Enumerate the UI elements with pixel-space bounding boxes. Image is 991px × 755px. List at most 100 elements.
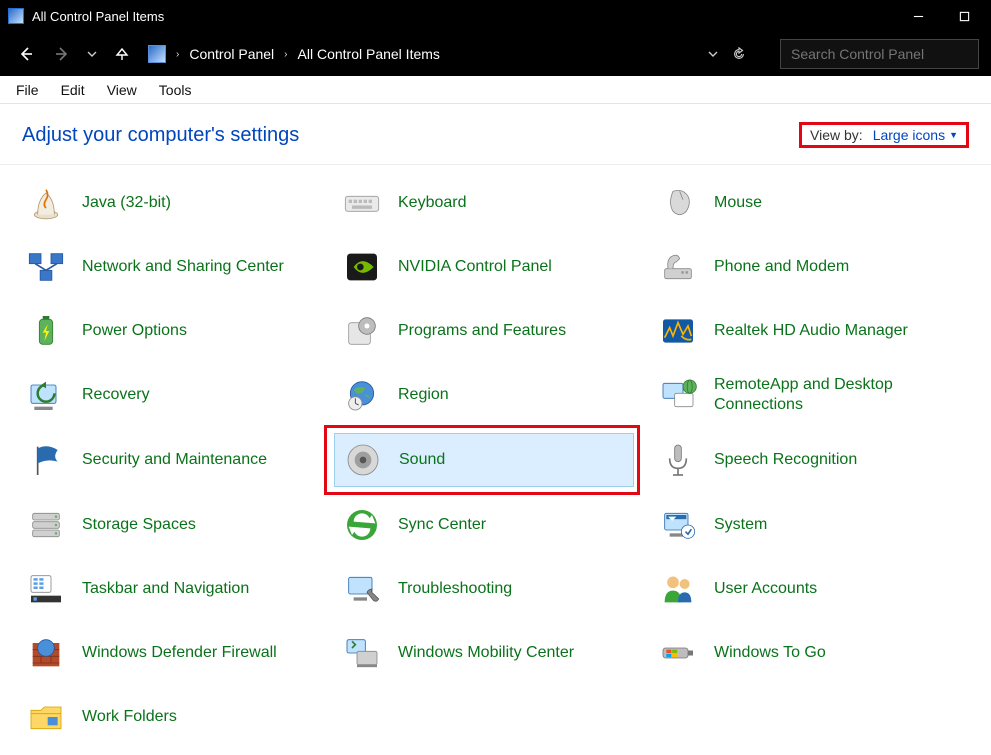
- search-box[interactable]: [780, 39, 979, 69]
- battery-icon: [24, 309, 68, 353]
- page-title: Adjust your computer's settings: [22, 124, 299, 147]
- item-work-folders[interactable]: Work Folders: [10, 685, 326, 749]
- item-storage-spaces[interactable]: Storage Spaces: [10, 493, 326, 557]
- sync-icon: [340, 503, 384, 547]
- item-keyboard[interactable]: Keyboard: [326, 171, 642, 235]
- microphone-icon: [656, 438, 700, 482]
- item-troubleshooting[interactable]: Troubleshooting: [326, 557, 642, 621]
- taskbar-icon: [24, 567, 68, 611]
- item-label: Storage Spaces: [82, 515, 196, 535]
- item-nvidia[interactable]: NVIDIA Control Panel: [326, 235, 642, 299]
- item-security-maintenance[interactable]: Security and Maintenance: [10, 427, 326, 493]
- items-grid: Java (32-bit) Keyboard Mouse Network and…: [0, 165, 991, 755]
- keyboard-icon: [340, 181, 384, 225]
- item-label: User Accounts: [714, 579, 817, 599]
- item-label: Realtek HD Audio Manager: [714, 321, 908, 341]
- menu-tools[interactable]: Tools: [149, 79, 202, 101]
- firewall-icon: [24, 631, 68, 675]
- refresh-button[interactable]: [728, 43, 750, 65]
- users-icon: [656, 567, 700, 611]
- breadcrumb-root[interactable]: Control Panel: [189, 46, 274, 62]
- chevron-right-icon[interactable]: ›: [284, 49, 287, 60]
- item-network-sharing[interactable]: Network and Sharing Center: [10, 235, 326, 299]
- item-windows-to-go[interactable]: Windows To Go: [642, 621, 958, 685]
- item-phone-modem[interactable]: Phone and Modem: [642, 235, 958, 299]
- item-label: Phone and Modem: [714, 257, 849, 277]
- programs-icon: [340, 309, 384, 353]
- item-label: Mouse: [714, 193, 762, 213]
- work-folders-icon: [24, 695, 68, 739]
- window-titlebar: All Control Panel Items: [0, 0, 991, 32]
- control-panel-app-icon: [8, 8, 24, 24]
- item-speech-recognition[interactable]: Speech Recognition: [642, 427, 958, 493]
- view-by-value[interactable]: Large icons ▼: [873, 127, 958, 143]
- breadcrumb-current[interactable]: All Control Panel Items: [298, 46, 440, 62]
- item-label: Security and Maintenance: [82, 450, 267, 470]
- history-dropdown[interactable]: [84, 40, 100, 68]
- item-label: Region: [398, 385, 449, 405]
- item-label: Troubleshooting: [398, 579, 512, 599]
- minimize-button[interactable]: [895, 0, 941, 32]
- nvidia-icon: [340, 245, 384, 289]
- troubleshooting-icon: [340, 567, 384, 611]
- item-label: Windows Mobility Center: [398, 643, 574, 663]
- item-label: Sync Center: [398, 515, 486, 535]
- breadcrumb[interactable]: › Control Panel › All Control Panel Item…: [144, 39, 764, 69]
- view-by-selector[interactable]: View by: Large icons ▼: [799, 122, 969, 148]
- menu-bar: File Edit View Tools: [0, 76, 991, 104]
- speaker-icon: [341, 438, 385, 482]
- content-header: Adjust your computer's settings View by:…: [0, 104, 991, 165]
- item-power-options[interactable]: Power Options: [10, 299, 326, 363]
- maximize-button[interactable]: [941, 0, 987, 32]
- recovery-icon: [24, 373, 68, 417]
- item-label: Windows To Go: [714, 643, 826, 663]
- item-user-accounts[interactable]: User Accounts: [642, 557, 958, 621]
- item-taskbar-navigation[interactable]: Taskbar and Navigation: [10, 557, 326, 621]
- java-icon: [24, 181, 68, 225]
- menu-file[interactable]: File: [6, 79, 49, 101]
- item-label: NVIDIA Control Panel: [398, 257, 552, 277]
- search-input[interactable]: [780, 39, 979, 69]
- menu-edit[interactable]: Edit: [51, 79, 95, 101]
- drives-icon: [24, 503, 68, 547]
- back-button[interactable]: [12, 40, 40, 68]
- item-mobility-center[interactable]: Windows Mobility Center: [326, 621, 642, 685]
- item-recovery[interactable]: Recovery: [10, 363, 326, 427]
- item-label: Power Options: [82, 321, 187, 341]
- flag-icon: [24, 438, 68, 482]
- chevron-right-icon[interactable]: ›: [176, 49, 179, 60]
- item-label: Speech Recognition: [714, 450, 857, 470]
- item-defender-firewall[interactable]: Windows Defender Firewall: [10, 621, 326, 685]
- item-label: Windows Defender Firewall: [82, 643, 277, 663]
- item-label: Programs and Features: [398, 321, 566, 341]
- windows-to-go-icon: [656, 631, 700, 675]
- item-realtek-audio[interactable]: Realtek HD Audio Manager: [642, 299, 958, 363]
- item-sound[interactable]: Sound: [326, 427, 642, 493]
- realtek-icon: [656, 309, 700, 353]
- control-panel-icon: [148, 45, 166, 63]
- window-title: All Control Panel Items: [32, 9, 895, 24]
- item-remoteapp[interactable]: RemoteApp and Desktop Connections: [642, 363, 958, 427]
- mouse-icon: [656, 181, 700, 225]
- view-by-label: View by:: [810, 127, 863, 143]
- item-programs-features[interactable]: Programs and Features: [326, 299, 642, 363]
- up-button[interactable]: [108, 40, 136, 68]
- chevron-down-icon: ▼: [949, 130, 958, 140]
- menu-view[interactable]: View: [97, 79, 147, 101]
- item-label: Java (32-bit): [82, 193, 171, 213]
- mobility-icon: [340, 631, 384, 675]
- item-java[interactable]: Java (32-bit): [10, 171, 326, 235]
- item-label: Keyboard: [398, 193, 467, 213]
- item-system[interactable]: System: [642, 493, 958, 557]
- item-sync-center[interactable]: Sync Center: [326, 493, 642, 557]
- network-icon: [24, 245, 68, 289]
- breadcrumb-dropdown[interactable]: [702, 43, 724, 65]
- item-label: System: [714, 515, 767, 535]
- item-region[interactable]: Region: [326, 363, 642, 427]
- navigation-bar: › Control Panel › All Control Panel Item…: [0, 32, 991, 76]
- item-mouse[interactable]: Mouse: [642, 171, 958, 235]
- system-icon: [656, 503, 700, 547]
- item-label: Work Folders: [82, 707, 177, 727]
- phone-icon: [656, 245, 700, 289]
- forward-button[interactable]: [48, 40, 76, 68]
